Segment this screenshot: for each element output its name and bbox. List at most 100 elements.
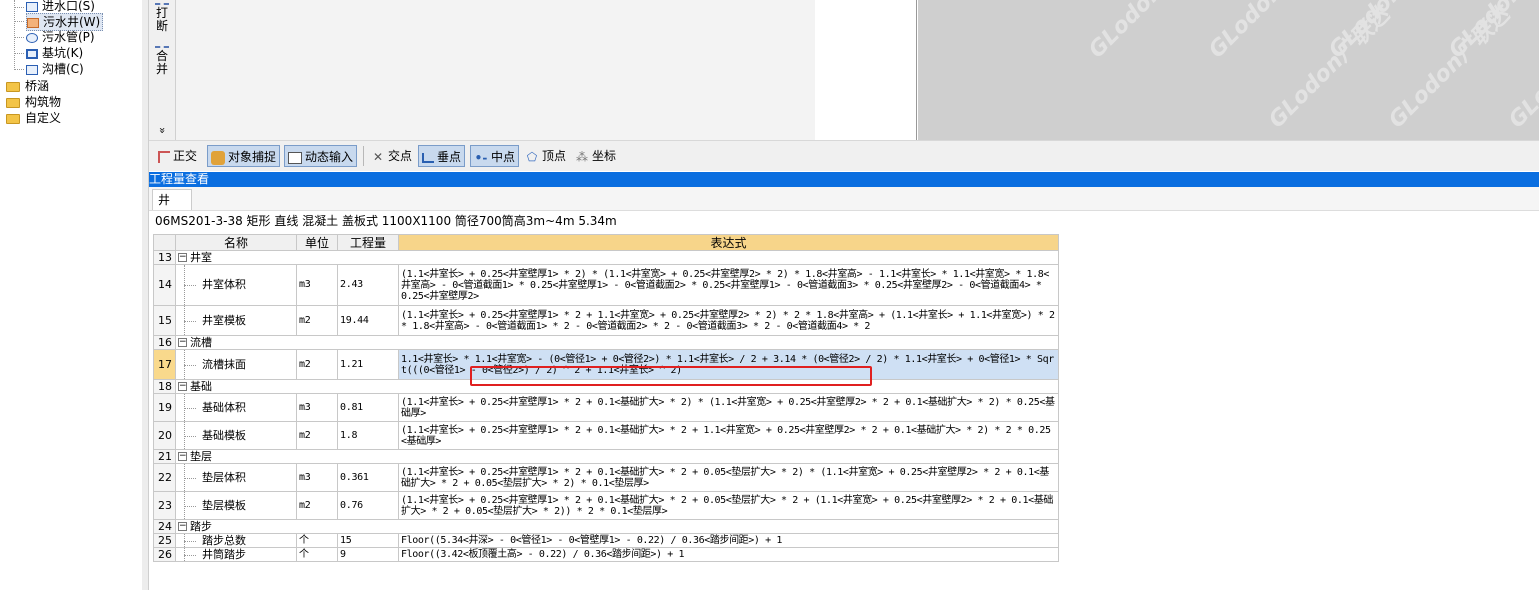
vertex-button[interactable]: ⬠ 顶点 bbox=[522, 145, 569, 167]
expression-cell[interactable]: (1.1<井室长> + 0.25<井室壁厚1> * 2 + 0.1<基础扩大> … bbox=[398, 421, 1059, 450]
row-number: 21 bbox=[153, 449, 176, 464]
splitter[interactable] bbox=[142, 0, 149, 590]
pit-icon bbox=[26, 48, 38, 59]
row-number: 14 bbox=[153, 264, 176, 306]
table-row[interactable]: 22 垫层体积 m3 0.361 (1.1<井室长> + 0.25<井室壁厚1>… bbox=[153, 463, 1059, 492]
unit-cell: m2 bbox=[296, 421, 338, 450]
qty-cell: 19.44 bbox=[337, 305, 399, 336]
group-cell: − 井室 bbox=[175, 250, 1059, 265]
group-cell: − 踏步 bbox=[175, 519, 1059, 534]
tree-folder-structure[interactable]: 构筑物 bbox=[6, 94, 61, 110]
folder-icon bbox=[6, 81, 20, 92]
tree-item-trench[interactable]: 沟槽(C) bbox=[26, 61, 84, 77]
tab-well[interactable]: 井 bbox=[152, 189, 192, 210]
collapse-icon[interactable]: − bbox=[178, 522, 187, 531]
corner-cell bbox=[153, 234, 176, 251]
intersection-button[interactable]: ✕ 交点 bbox=[368, 145, 415, 167]
unit-cell: 个 bbox=[296, 547, 338, 562]
header-qty[interactable]: 工程量 bbox=[337, 234, 399, 251]
expression-cell[interactable]: Floor((3.42<板顶覆土高> - 0.22) / 0.36<踏步间距>)… bbox=[398, 547, 1059, 562]
midpoint-button[interactable]: •- 中点 bbox=[470, 145, 520, 167]
collapse-icon[interactable]: − bbox=[178, 253, 187, 262]
tree-folder-culvert[interactable]: 桥涵 bbox=[6, 78, 49, 94]
intersection-icon: ✕ bbox=[372, 149, 384, 164]
more-tools-chevron[interactable]: » bbox=[149, 124, 175, 137]
manhole-icon bbox=[27, 17, 39, 28]
folder-icon bbox=[6, 97, 20, 108]
ortho-icon bbox=[158, 150, 170, 163]
merge-icon bbox=[155, 40, 169, 48]
toolbar-separator bbox=[363, 146, 364, 166]
header-expression[interactable]: 表达式 bbox=[398, 234, 1059, 251]
header-name[interactable]: 名称 bbox=[175, 234, 297, 251]
expression-cell[interactable]: (1.1<井室长> + 0.25<井室壁厚1> * 2 + 0.1<基础扩大> … bbox=[398, 491, 1059, 520]
perpendicular-button[interactable]: 垂点 bbox=[418, 145, 466, 167]
unit-cell: 个 bbox=[296, 533, 338, 548]
merge-button[interactable]: 合并 bbox=[149, 40, 175, 76]
object-snap-button[interactable]: 对象捕捉 bbox=[207, 145, 281, 167]
tree-folder-custom[interactable]: 自定义 bbox=[6, 110, 61, 126]
property-area bbox=[176, 0, 815, 140]
name-cell: 垫层体积 bbox=[175, 463, 297, 492]
coordinate-button[interactable]: ⁂ 坐标 bbox=[572, 145, 619, 167]
ortho-button[interactable]: 正交 bbox=[155, 145, 200, 167]
table-row[interactable]: 25 踏步总数 个 15 Floor((5.34<井深> - 0<管径1> - … bbox=[153, 533, 1059, 548]
collapse-icon[interactable]: − bbox=[178, 338, 187, 347]
table-row[interactable]: 19 基础体积 m3 0.81 (1.1<井室长> + 0.25<井室壁厚1> … bbox=[153, 393, 1059, 422]
name-cell: 井室模板 bbox=[175, 305, 297, 336]
midpoint-icon: •- bbox=[474, 150, 488, 165]
table-row[interactable]: 23 垫层模板 m2 0.76 (1.1<井室长> + 0.25<井室壁厚1> … bbox=[153, 491, 1059, 520]
expression-cell[interactable]: (1.1<井室长> + 0.25<井室壁厚1> * 2 + 0.1<基础扩大> … bbox=[398, 463, 1059, 492]
unit-cell: m2 bbox=[296, 349, 338, 380]
pipe-icon bbox=[26, 32, 38, 43]
table-group-row[interactable]: 16 − 流槽 bbox=[153, 335, 1059, 350]
unit-cell: m3 bbox=[296, 463, 338, 492]
table-row[interactable]: 14 井室体积 m3 2.43 (1.1<井室长> + 0.25<井室壁厚1> … bbox=[153, 264, 1059, 306]
unit-cell: m2 bbox=[296, 491, 338, 520]
table-row[interactable]: 26 井筒踏步 个 9 Floor((3.42<板顶覆土高> - 0.22) /… bbox=[153, 547, 1059, 562]
row-number: 18 bbox=[153, 379, 176, 394]
table-group-row[interactable]: 24 − 踏步 bbox=[153, 519, 1059, 534]
tree-item-inlet[interactable]: 进水口(S) bbox=[26, 0, 95, 14]
tree-item-sewage-pipe[interactable]: 污水管(P) bbox=[26, 29, 95, 45]
table-row[interactable]: 20 基础模板 m2 1.8 (1.1<井室长> + 0.25<井室壁厚1> *… bbox=[153, 421, 1059, 450]
tree-connector bbox=[14, 21, 24, 22]
dynamic-input-button[interactable]: 动态输入 bbox=[284, 145, 358, 167]
tree-connector bbox=[14, 0, 15, 70]
coordinate-icon: ⁂ bbox=[576, 149, 588, 164]
table-group-row[interactable]: 21 − 垫层 bbox=[153, 449, 1059, 464]
header-unit[interactable]: 单位 bbox=[296, 234, 338, 251]
row-number: 13 bbox=[153, 250, 176, 265]
name-cell: 井室体积 bbox=[175, 264, 297, 306]
tree-connector bbox=[14, 37, 24, 38]
quantity-table: 名称 单位 工程量 表达式 13 − 井室 14 井室体积 m3 2.43 (1.… bbox=[153, 234, 1059, 562]
row-number: 20 bbox=[153, 421, 176, 450]
table-group-row[interactable]: 13 − 井室 bbox=[153, 250, 1059, 265]
qty-cell: 0.81 bbox=[337, 393, 399, 422]
row-number: 25 bbox=[153, 533, 176, 548]
expression-cell[interactable]: (1.1<井室长> + 0.25<井室壁厚1> * 2) * (1.1<井室宽>… bbox=[398, 264, 1059, 306]
expression-cell[interactable]: (1.1<井室长> + 0.25<井室壁厚1> * 2 + 1.1<井室宽> +… bbox=[398, 305, 1059, 336]
expression-cell[interactable]: Floor((5.34<井深> - 0<管径1> - 0<管壁厚1> - 0.2… bbox=[398, 533, 1059, 548]
break-button[interactable]: 打断 bbox=[149, 0, 175, 33]
row-number: 26 bbox=[153, 547, 176, 562]
collapse-icon[interactable]: − bbox=[178, 382, 187, 391]
component-spec: 06MS201-3-38 矩形 直线 混凝土 盖板式 1100X1100 筒径7… bbox=[155, 214, 617, 228]
tree-item-pit[interactable]: 基坑(K) bbox=[26, 45, 83, 61]
highlight-annotation bbox=[470, 366, 872, 386]
table-row[interactable]: 15 井室模板 m2 19.44 (1.1<井室长> + 0.25<井室壁厚1>… bbox=[153, 305, 1059, 336]
name-cell: 基础模板 bbox=[175, 421, 297, 450]
expression-cell[interactable]: (1.1<井室长> + 0.25<井室壁厚1> * 2 + 0.1<基础扩大> … bbox=[398, 393, 1059, 422]
qty-cell: 0.76 bbox=[337, 491, 399, 520]
row-number: 16 bbox=[153, 335, 176, 350]
perpendicular-icon bbox=[422, 152, 434, 163]
drawing-canvas[interactable]: GLodon广联达 GLodon广联达 GLodon广联达 GLodon广联达 … bbox=[918, 0, 1539, 140]
qty-cell: 0.361 bbox=[337, 463, 399, 492]
trench-icon bbox=[26, 64, 38, 75]
collapse-icon[interactable]: − bbox=[178, 452, 187, 461]
watermark-text: GLodon广联达 bbox=[1384, 2, 1515, 134]
break-icon bbox=[155, 0, 169, 5]
group-cell: − 流槽 bbox=[175, 335, 1059, 350]
vertical-toolbar: 打断 合并 » bbox=[149, 0, 176, 140]
component-tree[interactable]: 进水口(S) 污水井(W) 污水管(P) 基坑(K) 沟槽(C) 桥涵 构筑物 … bbox=[0, 0, 143, 590]
